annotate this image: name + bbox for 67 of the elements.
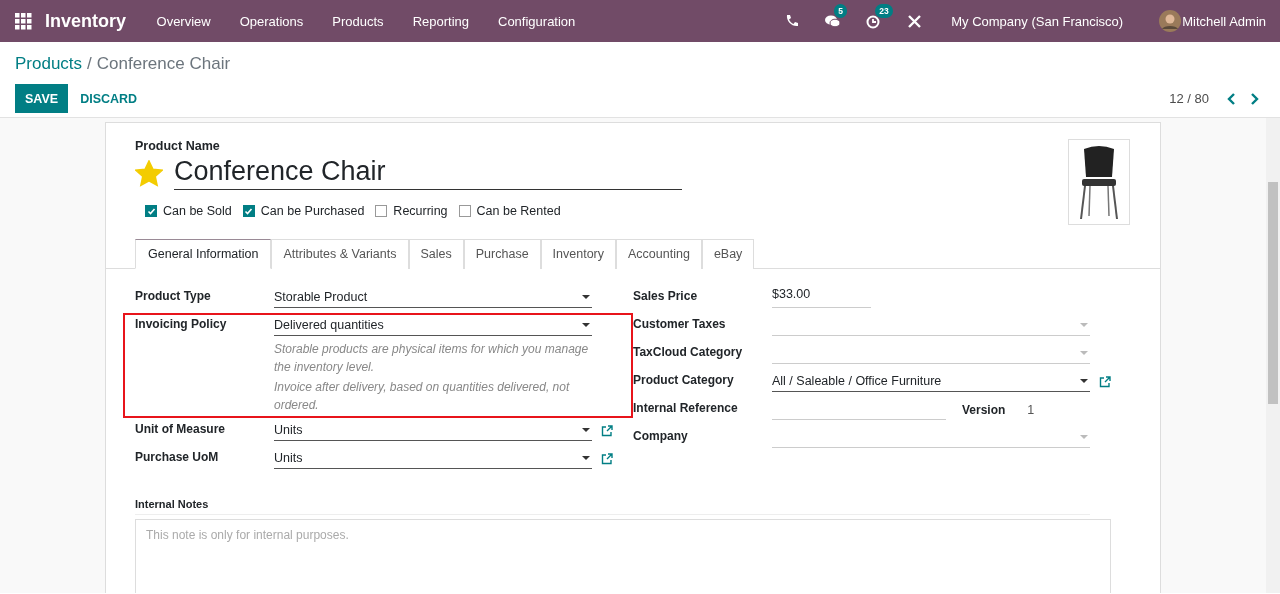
count-badge: 5 (834, 3, 847, 18)
field-label: Product Type (135, 288, 212, 305)
field-value: 1 (1027, 402, 1035, 417)
field-label: TaxCloud Category (633, 344, 744, 361)
app-name[interactable]: Inventory (45, 10, 127, 32)
breadcrumb-current: Conference Chair (96, 54, 231, 73)
dropdown-field[interactable]: Storable Product (274, 287, 592, 308)
dropdown-field[interactable]: Delivered quantities (274, 315, 592, 336)
tab[interactable]: General Information (135, 239, 272, 269)
user-menu[interactable]: Mitchell Admin (1182, 13, 1266, 29)
menu-item[interactable]: Products (317, 13, 399, 29)
input-field[interactable]: $33.00 (772, 287, 871, 308)
dropdown-field[interactable]: Units (274, 420, 592, 441)
notes-field[interactable]: This note is only for internal purposes. (135, 519, 1111, 593)
avatar-icon[interactable] (1159, 10, 1182, 32)
checkbox[interactable] (458, 205, 471, 217)
help-text: Storable products are physical items for which you manage the inventory level. (274, 341, 590, 376)
clock-icon[interactable] (866, 13, 882, 29)
external-link-icon[interactable] (601, 424, 613, 437)
menu-item[interactable]: Configuration (483, 13, 590, 29)
field-label: Customer Taxes (633, 316, 727, 333)
checkbox-label: Recurring (393, 204, 448, 218)
breadcrumb-separator: / (87, 54, 92, 73)
chat-icon[interactable] (825, 13, 841, 29)
pager-value: 12 / 80 (1169, 91, 1209, 106)
star-icon[interactable] (135, 159, 163, 187)
checkbox-label: Can be Rented (476, 204, 561, 218)
count-badge: 23 (875, 3, 893, 18)
discard-button[interactable]: DISCARD (70, 84, 148, 113)
menu-item[interactable]: Reporting (398, 13, 484, 29)
next-icon[interactable] (1248, 92, 1260, 105)
tab[interactable]: Accounting (616, 239, 702, 269)
field-label: Unit of Measure (135, 421, 226, 438)
field-label: Company (633, 428, 689, 445)
product-name-field[interactable]: Conference Chair (174, 156, 682, 190)
field-label: Invoicing Policy (135, 316, 228, 333)
field-label: Purchase UoM (135, 449, 220, 466)
dropdown-field[interactable]: All / Saleable / Office Furniture (772, 371, 1090, 392)
apps-menu-icon[interactable] (15, 12, 32, 30)
checkbox-label: Can be Purchased (260, 204, 365, 218)
menu-item[interactable]: Overview (142, 13, 226, 29)
field-label: Version (962, 402, 1006, 417)
dropdown-field[interactable]: Units (274, 448, 592, 469)
external-link-icon[interactable] (601, 452, 613, 465)
field-label: Sales Price (633, 288, 699, 305)
company-switcher[interactable]: My Company (San Francisco) (951, 13, 1124, 29)
field-label: Product Name (135, 139, 221, 153)
phone-icon[interactable] (784, 13, 800, 29)
tab[interactable]: Sales (408, 239, 464, 269)
tab[interactable]: Attributes & Variants (271, 239, 409, 269)
checkbox[interactable] (242, 205, 255, 217)
tab[interactable]: eBay (701, 239, 755, 269)
field-label: Internal Reference (633, 400, 739, 417)
menu-item[interactable]: Operations (225, 13, 318, 29)
external-link-icon[interactable] (1099, 375, 1111, 388)
breadcrumb-link[interactable]: Products (15, 54, 83, 73)
tab[interactable]: Purchase (463, 239, 541, 269)
checkbox[interactable] (145, 205, 157, 217)
save-button[interactable]: SAVE (15, 84, 69, 113)
section-label: Internal Notes (135, 498, 1090, 515)
tab[interactable]: Inventory (540, 239, 616, 269)
help-text: Invoice after delivery, based on quantities delivered, not ordered. (274, 379, 571, 414)
checkbox-label: Can be Sold (163, 204, 232, 218)
previous-icon[interactable] (1226, 92, 1238, 105)
scrollbar[interactable] (1266, 118, 1280, 593)
field-label: Product Category (633, 372, 735, 389)
checkbox[interactable] (375, 205, 388, 217)
